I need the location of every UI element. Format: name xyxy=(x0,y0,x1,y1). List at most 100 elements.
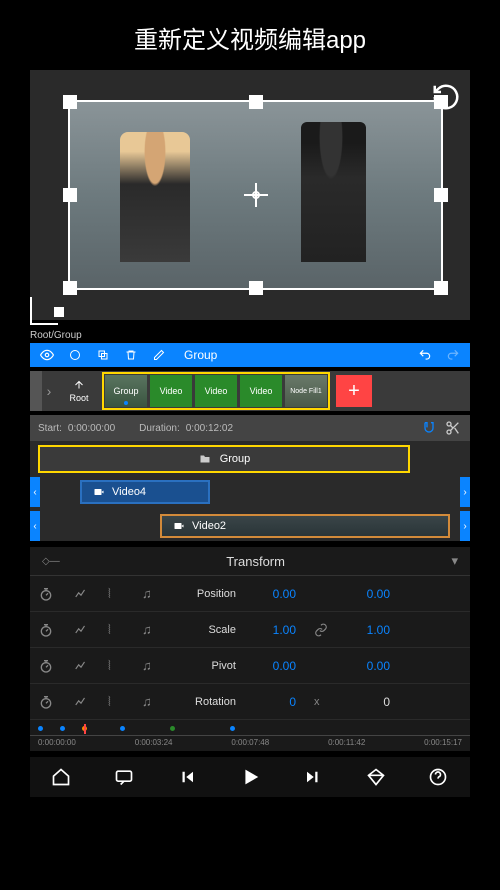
transform-row-pivot: ⦚♫Pivot0.000.00 xyxy=(30,648,470,684)
timeline-ruler[interactable]: 0:00:00:00 0:00:03:24 0:00:07:48 0:00:11… xyxy=(30,720,470,751)
circle-icon[interactable] xyxy=(68,348,82,362)
group-track[interactable]: Group xyxy=(38,445,410,473)
start-value[interactable]: 0:00:00:00 xyxy=(68,423,115,434)
step-forward-icon[interactable] xyxy=(299,763,327,791)
duration-value[interactable]: 0:00:12:02 xyxy=(186,423,233,434)
home-icon[interactable] xyxy=(47,763,75,791)
transform-title: Transform xyxy=(60,554,452,569)
handle-mid-left[interactable] xyxy=(63,188,77,202)
note-icon[interactable]: ♫ xyxy=(142,694,158,709)
handle-bottom-right[interactable] xyxy=(434,281,448,295)
stopwatch-icon[interactable] xyxy=(38,694,56,710)
video-icon xyxy=(92,486,106,498)
value-2[interactable]: 1.00 xyxy=(348,623,390,637)
figure-2 xyxy=(301,122,366,262)
root-label: Root xyxy=(69,393,88,403)
scroll-right-icon[interactable]: › xyxy=(460,511,470,541)
thumb-nodefill[interactable]: Node Fill1 xyxy=(285,375,327,407)
handle-bottom-center[interactable] xyxy=(249,281,263,295)
scroll-right-icon[interactable]: › xyxy=(460,477,470,507)
wave-icon[interactable]: ⦚ xyxy=(108,622,124,638)
value-1[interactable]: 0 xyxy=(254,695,296,709)
transform-row-scale: ⦚ ♫ Scale 1.00 1.00 xyxy=(30,612,470,648)
graph-icon[interactable] xyxy=(74,587,90,601)
note-icon[interactable]: ♫ xyxy=(142,586,158,601)
value-1[interactable]: 1.00 xyxy=(254,623,296,637)
expand-icon[interactable]: › xyxy=(42,383,56,399)
transform-row-position: ⦚ ♫ Position 0.00 0.00 xyxy=(30,576,470,612)
video2-track-row: ‹ Video2 › xyxy=(30,511,470,541)
edit-toolbar: Group xyxy=(30,343,470,367)
pencil-icon[interactable] xyxy=(152,348,166,362)
value-1[interactable]: 0.00 xyxy=(254,587,296,601)
value-2[interactable]: 0 xyxy=(348,695,390,709)
value-2[interactable]: 0.00 xyxy=(348,659,390,673)
undo-icon[interactable] xyxy=(418,348,432,362)
note-icon[interactable]: ♫ xyxy=(142,622,158,637)
graph-icon[interactable] xyxy=(74,623,90,637)
chevron-down-icon[interactable]: ▾ xyxy=(451,553,458,569)
timeline-area: Start: 0:00:00:00 Duration: 0:00:12:02 G… xyxy=(30,415,470,541)
wave-icon[interactable]: ⦚ xyxy=(108,694,124,710)
property-label: Rotation xyxy=(176,696,236,708)
stopwatch-icon[interactable] xyxy=(38,586,56,602)
transform-panel: ◇— Transform ▾ ⦚ ♫ Position 0.00 0.00 ⦚ ♫ Scale… xyxy=(30,547,470,720)
help-icon[interactable] xyxy=(424,763,452,791)
folder-icon xyxy=(198,453,212,465)
preview-area[interactable] xyxy=(30,70,470,320)
step-back-icon[interactable] xyxy=(173,763,201,791)
trash-icon[interactable] xyxy=(124,348,138,362)
premium-icon[interactable] xyxy=(362,763,390,791)
thumb-group[interactable]: Group xyxy=(105,375,147,407)
snap-icon[interactable] xyxy=(420,419,438,437)
video2-clip[interactable]: Video2 xyxy=(160,514,450,538)
rotate-icon[interactable] xyxy=(431,82,461,112)
thumb-video-2[interactable]: Video xyxy=(195,375,237,407)
value-2[interactable]: 0.00 xyxy=(348,587,390,601)
video4-track-row: ‹ Video4 › xyxy=(30,477,470,507)
thumbnail-row: › Root Group Video Video Video Node Fill… xyxy=(30,371,470,411)
link-icon[interactable]: x xyxy=(314,696,330,708)
stopwatch-icon[interactable] xyxy=(38,658,56,674)
selection-frame[interactable] xyxy=(68,100,443,290)
duration-label: Duration: xyxy=(139,423,180,434)
property-label: Position xyxy=(176,588,236,600)
video2-label: Video2 xyxy=(192,520,226,532)
note-icon[interactable]: ♫ xyxy=(142,658,158,673)
thumb-video-1[interactable]: Video xyxy=(150,375,192,407)
scroll-left-icon[interactable]: ‹ xyxy=(30,511,40,541)
bottom-nav xyxy=(30,757,470,797)
value-1[interactable]: 0.00 xyxy=(254,659,296,673)
wave-icon[interactable]: ⦚ xyxy=(108,658,124,674)
play-icon[interactable] xyxy=(236,763,264,791)
handle-top-center[interactable] xyxy=(249,95,263,109)
handle-bottom-left[interactable] xyxy=(63,281,77,295)
handle-mid-right[interactable] xyxy=(434,188,448,202)
graph-icon[interactable] xyxy=(74,659,90,673)
handle-top-left[interactable] xyxy=(63,95,77,109)
comment-icon[interactable] xyxy=(110,763,138,791)
graph-icon[interactable] xyxy=(74,695,90,709)
video4-clip[interactable]: Video4 xyxy=(80,480,210,504)
redo-icon[interactable] xyxy=(446,348,460,362)
transform-header: ◇— Transform ▾ xyxy=(30,547,470,576)
toolbar-label: Group xyxy=(180,348,404,362)
thumb-video-3[interactable]: Video xyxy=(240,375,282,407)
copy-icon[interactable] xyxy=(96,348,110,362)
thumbnail-group: Group Video Video Video Node Fill1 xyxy=(102,372,330,410)
focus-indicator-icon[interactable] xyxy=(30,297,58,325)
stopwatch-icon[interactable] xyxy=(38,622,56,638)
center-crosshair xyxy=(244,183,268,207)
video4-label: Video4 xyxy=(112,486,146,498)
collapse-icon[interactable]: ◇— xyxy=(42,556,60,567)
scroll-left-icon[interactable]: ‹ xyxy=(30,477,40,507)
scissors-icon[interactable] xyxy=(444,419,462,437)
add-button[interactable]: + xyxy=(336,375,372,407)
link-icon[interactable] xyxy=(314,623,330,637)
page-title: 重新定义视频编辑app xyxy=(0,0,500,70)
visibility-icon[interactable] xyxy=(40,348,54,362)
transform-row-rotation: ⦚ ♫ Rotation 0 x 0 xyxy=(30,684,470,720)
root-button[interactable]: Root xyxy=(60,373,98,409)
property-label: Scale xyxy=(176,624,236,636)
wave-icon[interactable]: ⦚ xyxy=(108,586,124,602)
